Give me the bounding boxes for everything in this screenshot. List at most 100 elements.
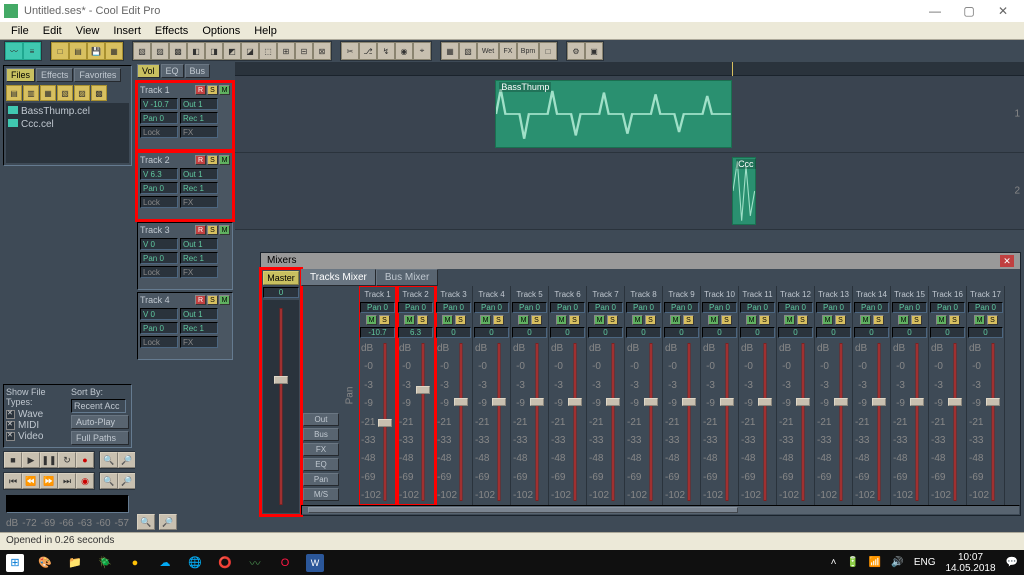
mute-button[interactable]: M	[632, 315, 643, 325]
solo-button[interactable]: S	[207, 155, 218, 165]
new-button[interactable]: □	[51, 42, 69, 60]
fx-button[interactable]: FX	[180, 266, 218, 278]
mute-button[interactable]: M	[480, 315, 491, 325]
record-field[interactable]: Rec 1	[180, 182, 218, 194]
volume-value[interactable]: 0	[892, 327, 927, 338]
mute-button[interactable]: M	[404, 315, 415, 325]
mute-button[interactable]: M	[974, 315, 985, 325]
tab-favorites[interactable]: Favorites	[74, 68, 121, 82]
taskbar-app-icon[interactable]: 📁	[66, 554, 84, 572]
record-arm-button[interactable]: R	[195, 225, 206, 235]
pan-field[interactable]: Pan 0	[140, 182, 178, 194]
fader-knob[interactable]	[910, 398, 924, 406]
fader-knob[interactable]	[834, 398, 848, 406]
wifi-icon[interactable]: 📶	[869, 557, 881, 568]
fx-button[interactable]: FX	[180, 126, 218, 138]
record-field[interactable]: Rec 1	[180, 112, 218, 124]
zoom-button[interactable]: 🔍	[100, 473, 118, 489]
goto-end-button[interactable]: ⏭	[58, 473, 76, 489]
pan-value[interactable]: Pan 0	[436, 302, 471, 313]
bus-mixer-tab[interactable]: Bus Mixer	[376, 269, 438, 286]
pan-button[interactable]: Pan	[303, 473, 339, 486]
solo-button[interactable]: S	[645, 315, 656, 325]
solo-button[interactable]: S	[949, 315, 960, 325]
volume-field[interactable]: V 0	[140, 238, 178, 250]
solo-button[interactable]: S	[873, 315, 884, 325]
volume-field[interactable]: V 6.3	[140, 168, 178, 180]
master-tab[interactable]: Master	[263, 271, 299, 285]
save-button[interactable]: 💾	[87, 42, 105, 60]
solo-button[interactable]: S	[207, 85, 218, 95]
mute-button[interactable]: M	[670, 315, 681, 325]
open-button[interactable]: ▤	[69, 42, 87, 60]
notification-icon[interactable]: 💬	[1006, 557, 1018, 568]
mute-button[interactable]: M	[442, 315, 453, 325]
mute-button[interactable]: M	[366, 315, 377, 325]
taskbar-app-icon[interactable]: ⭕	[216, 554, 234, 572]
taskbar-app-icon[interactable]: ☁	[156, 554, 174, 572]
mute-button[interactable]: M	[518, 315, 529, 325]
taskbar-app-icon[interactable]: 🌐	[186, 554, 204, 572]
zoom-button[interactable]: 🔎	[118, 473, 136, 489]
solo-button[interactable]: S	[987, 315, 998, 325]
mixer-panel[interactable]: Mixers ✕ Master 0 Tracks Mixer Bus Mixer…	[260, 252, 1021, 516]
output-field[interactable]: Out 1	[180, 168, 218, 180]
solo-button[interactable]: S	[835, 315, 846, 325]
file-btn[interactable]: ▩	[91, 85, 107, 101]
eq-tab[interactable]: EQ	[161, 64, 184, 78]
fader-knob[interactable]	[948, 398, 962, 406]
solo-button[interactable]: S	[455, 315, 466, 325]
volume-field[interactable]: V -10.7	[140, 98, 178, 110]
fx-button[interactable]: FX	[180, 336, 218, 348]
pause-button[interactable]: ❚❚	[40, 452, 58, 468]
start-button[interactable]: ⊞	[6, 554, 24, 572]
taskbar-app-icon[interactable]: ●	[126, 554, 144, 572]
pan-value[interactable]: Pan 0	[740, 302, 775, 313]
out-button[interactable]: Out	[303, 413, 339, 426]
volume-value[interactable]: 0	[816, 327, 851, 338]
save-all-button[interactable]: ▦	[105, 42, 123, 60]
tool-button[interactable]: ◧	[187, 42, 205, 60]
solo-button[interactable]: S	[417, 315, 428, 325]
track-lane-1[interactable]: BassThump 1	[235, 76, 1024, 153]
bus-button[interactable]: Bus	[303, 428, 339, 441]
stop-button[interactable]: ■	[4, 452, 22, 468]
mute-button[interactable]: M	[219, 225, 230, 235]
tool-button[interactable]: ⊟	[295, 42, 313, 60]
mute-button[interactable]: M	[708, 315, 719, 325]
tool-button[interactable]: ✂	[341, 42, 359, 60]
file-item[interactable]: Ccc.cel	[8, 118, 127, 131]
volume-value[interactable]: 0	[550, 327, 585, 338]
volume-value[interactable]: 0	[588, 327, 623, 338]
punch-record-button[interactable]: ◉	[76, 473, 94, 489]
tool-button[interactable]: ⊠	[313, 42, 331, 60]
mute-button[interactable]: M	[556, 315, 567, 325]
mute-button[interactable]: M	[822, 315, 833, 325]
battery-icon[interactable]: 🔋	[846, 557, 858, 568]
pan-field[interactable]: Pan 0	[140, 322, 178, 334]
language-indicator[interactable]: ENG	[914, 557, 936, 568]
file-btn[interactable]: ▧	[57, 85, 73, 101]
pan-value[interactable]: Pan 0	[588, 302, 623, 313]
volume-field[interactable]: V 0	[140, 308, 178, 320]
mute-button[interactable]: M	[219, 155, 230, 165]
fader-knob[interactable]	[492, 398, 506, 406]
audio-clip[interactable]: BassThump	[495, 80, 732, 148]
opera-icon[interactable]: O	[276, 554, 294, 572]
maximize-button[interactable]: ▢	[952, 1, 986, 21]
auto-play-button[interactable]: Auto-Play	[71, 415, 129, 429]
menu-help[interactable]: Help	[247, 25, 284, 37]
file-list[interactable]: BassThump.cel Ccc.cel	[6, 103, 129, 163]
pan-value[interactable]: Pan 0	[474, 302, 509, 313]
fader-knob[interactable]	[872, 398, 886, 406]
fader-knob[interactable]	[986, 398, 1000, 406]
fader-knob[interactable]	[416, 386, 430, 394]
mute-button[interactable]: M	[898, 315, 909, 325]
close-button[interactable]: ✕	[986, 1, 1020, 21]
taskbar-app-icon[interactable]: 🪲	[96, 554, 114, 572]
tool-button[interactable]: ◪	[241, 42, 259, 60]
record-arm-button[interactable]: R	[195, 295, 206, 305]
pan-value[interactable]: Pan 0	[816, 302, 851, 313]
timeline-ruler[interactable]	[235, 62, 1024, 76]
file-btn[interactable]: ▨	[74, 85, 90, 101]
